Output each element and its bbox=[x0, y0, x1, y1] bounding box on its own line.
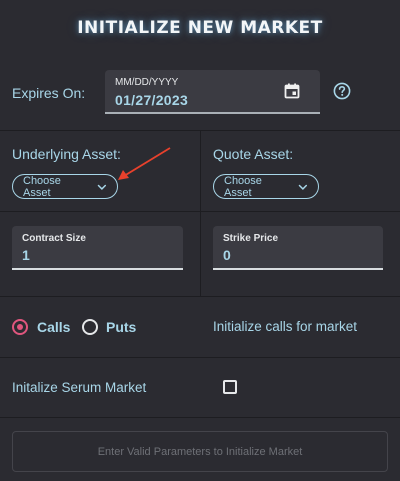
quote-asset-label: Quote Asset: bbox=[213, 146, 294, 162]
expiry-date-value: 01/27/2023 bbox=[115, 92, 189, 108]
date-format-hint: MM/DD/YYYY bbox=[115, 77, 179, 88]
underlying-asset-select-label: Choose Asset bbox=[23, 174, 61, 199]
strike-price-field[interactable]: Strike Price 0 bbox=[213, 226, 383, 270]
column-divider bbox=[200, 130, 201, 296]
annotation-arrow-icon bbox=[118, 147, 171, 180]
calls-radio[interactable] bbox=[12, 319, 28, 335]
expiry-date-input[interactable]: MM/DD/YYYY 01/27/2023 bbox=[105, 70, 320, 114]
strike-price-value: 0 bbox=[223, 247, 231, 263]
expires-label: Expires On: bbox=[12, 85, 86, 101]
quote-asset-select[interactable]: Choose Asset bbox=[213, 174, 319, 199]
contract-size-label: Contract Size bbox=[22, 233, 86, 244]
puts-radio[interactable] bbox=[82, 319, 98, 335]
divider bbox=[0, 417, 400, 418]
divider bbox=[0, 296, 400, 297]
option-type-description: Initialize calls for market bbox=[213, 319, 358, 334]
chevron-down-icon bbox=[97, 184, 107, 190]
serum-market-checkbox[interactable] bbox=[223, 380, 237, 394]
initialize-market-button[interactable]: Enter Valid Parameters to Initialize Mar… bbox=[12, 431, 388, 472]
contract-size-value: 1 bbox=[22, 247, 30, 263]
help-circle-icon[interactable] bbox=[333, 82, 351, 100]
quote-asset-select-label: Choose Asset bbox=[224, 174, 262, 199]
strike-price-label: Strike Price bbox=[223, 233, 279, 244]
divider bbox=[0, 357, 400, 358]
serum-market-label: Initalize Serum Market bbox=[12, 380, 147, 395]
puts-radio-label[interactable]: Puts bbox=[106, 319, 136, 335]
calendar-icon[interactable] bbox=[284, 83, 300, 99]
page-title: INITIALIZE NEW MARKET bbox=[77, 18, 323, 38]
calls-radio-label[interactable]: Calls bbox=[37, 319, 70, 335]
contract-size-field[interactable]: Contract Size 1 bbox=[12, 226, 183, 270]
underlying-asset-select[interactable]: Choose Asset bbox=[12, 174, 118, 199]
chevron-down-icon bbox=[298, 184, 308, 190]
underlying-asset-label: Underlying Asset: bbox=[12, 146, 121, 162]
